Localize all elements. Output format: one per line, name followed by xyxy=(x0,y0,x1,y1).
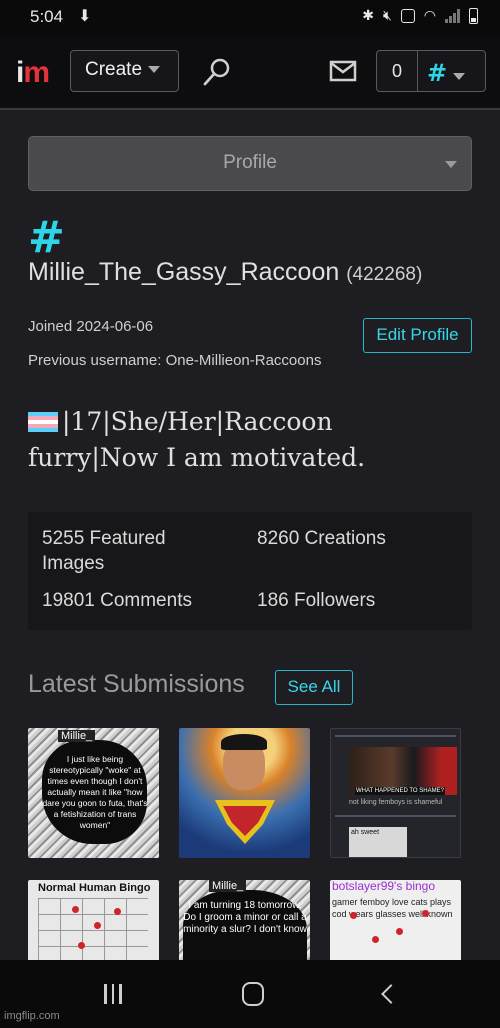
status-bar: 5:04 ⬇ ✱ 🔇︎ ◠ xyxy=(0,0,500,36)
status-icons: ✱ 🔇︎ ◠ xyxy=(362,7,478,24)
chevron-down-icon xyxy=(445,161,457,168)
previous-username: Previous username: One-Millieon-Raccoons xyxy=(28,352,322,369)
submission-thumb-1[interactable]: Millie_ I just like being stereotypicall… xyxy=(28,728,159,858)
user-avatar-icon: # xyxy=(427,59,448,87)
search-icon[interactable] xyxy=(202,57,232,87)
download-arrow-icon: ⬇ xyxy=(78,8,92,25)
user-id: (422268) xyxy=(346,264,423,285)
joined-date: Joined 2024-06-06 xyxy=(28,318,154,335)
trans-flag-icon xyxy=(28,412,58,432)
bio-line-2: furry|Now I am motivated. xyxy=(28,443,366,472)
system-nav-bar xyxy=(0,960,500,1028)
chevron-down-icon xyxy=(453,73,466,81)
see-all-button[interactable]: See All xyxy=(275,670,353,705)
notification-count[interactable]: 0 xyxy=(376,50,418,92)
battery-icon xyxy=(469,7,478,24)
nfc-icon xyxy=(400,8,415,23)
status-time: 5:04 xyxy=(30,7,64,26)
wifi-icon: ◠ xyxy=(423,7,436,23)
bio-line-1: |17|She/Her|Raccoon xyxy=(62,407,333,436)
back-icon[interactable] xyxy=(381,984,401,1004)
stat-featured[interactable]: 5255 Featured Images xyxy=(42,526,202,576)
profile-bio: |17|She/Her|Raccoon furry|Now I am motiv… xyxy=(28,404,468,476)
submission-thumb-6[interactable]: botslayer99's bingo gamer femboy love ca… xyxy=(330,880,461,962)
create-label: Create xyxy=(85,59,143,80)
recents-icon[interactable] xyxy=(104,984,122,1004)
bluetooth-icon: ✱ xyxy=(362,7,374,23)
stat-creations[interactable]: 8260 Creations xyxy=(257,526,386,551)
profile-select-label: Profile xyxy=(223,152,277,173)
home-icon[interactable] xyxy=(242,982,264,1006)
submission-thumb-4[interactable]: Normal Human Bingo xyxy=(28,880,159,962)
submission-thumb-2[interactable] xyxy=(179,728,310,858)
watermark: imgflip.com xyxy=(4,1010,60,1022)
submission-thumb-5[interactable]: Millie_ I am turning 18 tomorrow. Do I g… xyxy=(179,880,310,962)
avatar: # xyxy=(28,212,65,263)
profile-section-select[interactable]: Profile xyxy=(28,136,472,191)
signal-icon xyxy=(445,8,460,23)
user-menu-button[interactable]: # xyxy=(417,50,486,92)
create-button[interactable]: Create xyxy=(70,50,179,92)
mail-icon[interactable] xyxy=(329,60,357,82)
stat-followers[interactable]: 186 Followers xyxy=(257,588,375,613)
username: Millie_The_Gassy_Raccoon xyxy=(28,258,340,286)
top-nav: im Create 0 # xyxy=(0,36,500,110)
superman-logo xyxy=(215,800,275,844)
username-line: Millie_The_Gassy_Raccoon (422268) xyxy=(28,258,422,287)
chevron-down-icon xyxy=(148,66,161,74)
imgflip-logo[interactable]: im xyxy=(16,56,50,90)
mute-icon: 🔇︎ xyxy=(382,7,392,23)
edit-profile-button[interactable]: Edit Profile xyxy=(363,318,472,353)
stat-comments[interactable]: 19801 Comments xyxy=(42,588,192,613)
stats-box: 5255 Featured Images 8260 Creations 1980… xyxy=(28,512,472,630)
main-content: Profile # Millie_The_Gassy_Raccoon (4222… xyxy=(0,112,500,962)
submission-thumb-3[interactable]: WHAT HAPPENED TO SHAME? not liking fembo… xyxy=(330,728,461,858)
latest-submissions-heading: Latest Submissions xyxy=(28,670,245,698)
